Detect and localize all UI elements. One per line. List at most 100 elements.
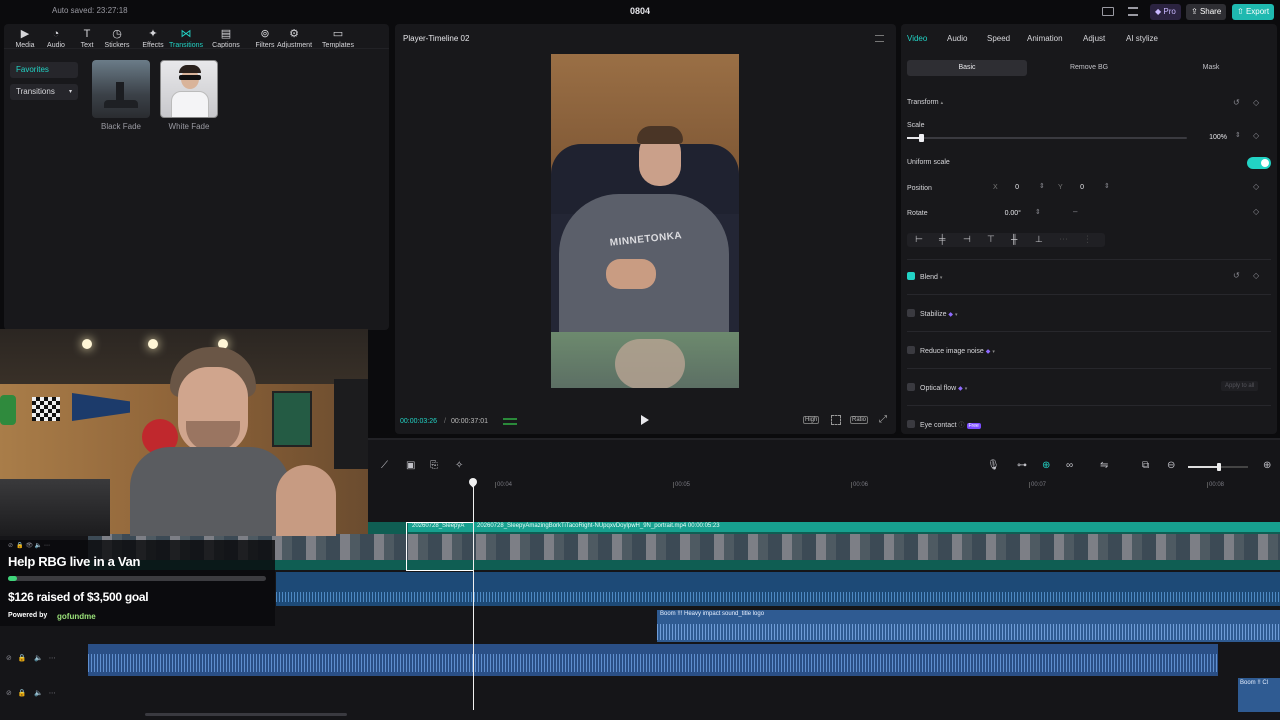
- align-bottom-icon[interactable]: ⊥: [1035, 234, 1043, 245]
- focus-icon[interactable]: [831, 415, 841, 425]
- scale-keyframe-icon[interactable]: ◇: [1253, 131, 1259, 140]
- optical-flow-section[interactable]: Optical flow ◆ ▾: [907, 383, 967, 392]
- pos-y-stepper-icon[interactable]: ⇕: [1104, 182, 1110, 190]
- checkered-flag: [32, 397, 60, 421]
- snapshot-icon[interactable]: ⧉: [1142, 460, 1149, 471]
- scale-input[interactable]: 100%: [1197, 131, 1231, 144]
- video-preview[interactable]: MINNETONKA: [551, 54, 739, 388]
- scale-slider-handle[interactable]: [919, 134, 924, 142]
- rotate-label: Rotate: [907, 210, 928, 217]
- scale-stepper-icon[interactable]: ⇕: [1235, 131, 1241, 139]
- play-button[interactable]: [641, 415, 649, 425]
- fullscreen-icon[interactable]: ⤢: [879, 414, 887, 425]
- sfx-clip[interactable]: Boom !!! Heavy impact sound_title logo: [657, 610, 1280, 642]
- position-y-input[interactable]: 0: [1066, 181, 1088, 194]
- pos-x-stepper-icon[interactable]: ⇕: [1039, 182, 1045, 190]
- linkage-icon[interactable]: ∞: [1066, 460, 1073, 471]
- tool-tab-effects[interactable]: ✦ Effects: [136, 28, 170, 49]
- eye-contact-checkbox[interactable]: [907, 420, 915, 428]
- export-button[interactable]: ⇧ Export: [1232, 4, 1275, 20]
- ratio-button[interactable]: Ratio: [850, 416, 869, 424]
- stabilize-checkbox[interactable]: [907, 309, 915, 317]
- selected-clip-outline[interactable]: [406, 522, 474, 571]
- menu-icon[interactable]: [1128, 7, 1138, 16]
- tab-video[interactable]: Video: [907, 34, 927, 43]
- align-center-v-icon[interactable]: ╫: [1011, 234, 1017, 244]
- playhead-line[interactable]: [473, 484, 474, 710]
- divider: [4, 48, 389, 49]
- distribute-v-icon[interactable]: ⋮: [1083, 234, 1092, 245]
- microphone-icon[interactable]: 🎙: [987, 460, 1000, 471]
- segment-remove-bg[interactable]: Remove BG: [1029, 60, 1149, 76]
- import-icon[interactable]: ⎘: [430, 460, 438, 471]
- keyframe-icon[interactable]: ◇: [1253, 98, 1259, 107]
- blend-reset-icon[interactable]: ↺: [1233, 271, 1240, 280]
- horizontal-scrollbar[interactable]: [145, 713, 347, 716]
- sfx-clip-2[interactable]: Boom !! Cl: [1238, 678, 1280, 712]
- apply-all-button[interactable]: Apply to all: [1221, 381, 1259, 391]
- blend-checkbox[interactable]: [907, 272, 915, 280]
- align-left-icon[interactable]: ⊢: [915, 234, 923, 245]
- zoom-out-icon[interactable]: ⊖: [1167, 460, 1175, 471]
- rotate-stepper-icon[interactable]: ⇕: [1035, 208, 1041, 216]
- zoom-slider-handle[interactable]: [1217, 463, 1221, 471]
- favorites-button[interactable]: Favorites: [10, 62, 78, 78]
- waveform: [657, 624, 1280, 640]
- scale-slider[interactable]: [907, 134, 1187, 142]
- zoom-slider[interactable]: [1188, 463, 1248, 471]
- player-menu-icon[interactable]: [875, 35, 884, 42]
- distribute-h-icon[interactable]: ⋯: [1059, 234, 1068, 245]
- align-center-h-icon[interactable]: ╪: [939, 234, 945, 244]
- blend-keyframe-icon[interactable]: ◇: [1253, 271, 1259, 280]
- music-clip[interactable]: [88, 644, 1218, 676]
- reduce-noise-label: Reduce image noise: [920, 348, 984, 355]
- position-x-input[interactable]: 0: [1001, 181, 1023, 194]
- screenshot-icon[interactable]: ▣: [406, 460, 415, 471]
- preview-axis-icon[interactable]: ⇋: [1100, 460, 1108, 471]
- tool-tab-audio[interactable]: ◔ Audio: [39, 28, 73, 49]
- align-right-icon[interactable]: ⊣: [963, 234, 971, 245]
- reduce-noise-section[interactable]: Reduce image noise ◆ ▾: [907, 346, 995, 355]
- tool-tab-stickers[interactable]: ◷ Stickers: [100, 28, 134, 49]
- tab-animation[interactable]: Animation: [1027, 34, 1063, 43]
- tool-tab-text[interactable]: T Text: [70, 28, 104, 49]
- tool-tab-adjustment[interactable]: ⚙ Adjustment: [277, 28, 312, 49]
- zoom-in-icon[interactable]: ⊕: [1263, 460, 1271, 471]
- position-keyframe-icon[interactable]: ◇: [1253, 182, 1259, 191]
- layout-icon[interactable]: [1102, 7, 1114, 16]
- blend-section[interactable]: Blend ▾: [907, 272, 942, 281]
- tool-tab-captions[interactable]: ▤ Captions: [209, 28, 243, 49]
- tab-speed[interactable]: Speed: [987, 34, 1010, 43]
- transitions-dropdown[interactable]: Transitions ▾: [10, 84, 78, 100]
- eye-contact-section[interactable]: Eye contact ⓘ Free: [907, 420, 981, 429]
- black-fade-thumbnail[interactable]: [92, 60, 150, 118]
- tool-tab-transitions[interactable]: ⋈ Transitions: [169, 28, 203, 49]
- pro-button[interactable]: ◆ Pro: [1150, 4, 1181, 20]
- link-icon[interactable]: ⊶: [1017, 460, 1027, 471]
- white-fade-thumbnail[interactable]: [160, 60, 218, 118]
- tool-tab-media[interactable]: ▶ Media: [8, 28, 42, 49]
- optical-flow-checkbox[interactable]: [907, 383, 915, 391]
- tab-audio[interactable]: Audio: [947, 34, 967, 43]
- share-button[interactable]: ⇪ Share: [1186, 4, 1227, 20]
- segment-basic[interactable]: Basic: [907, 60, 1027, 76]
- align-top-icon[interactable]: ⊤: [987, 234, 995, 245]
- tab-ai-stylize[interactable]: AI stylize: [1126, 34, 1158, 43]
- quality-button[interactable]: High: [803, 416, 820, 424]
- tool-tab-templates[interactable]: ▭ Templates: [321, 28, 355, 49]
- fundraiser-progress-fill: [8, 576, 18, 581]
- tab-adjust[interactable]: Adjust: [1083, 34, 1105, 43]
- rotate-dial-icon[interactable]: –: [1073, 207, 1077, 216]
- magic-wand-icon[interactable]: ⟋: [381, 460, 388, 471]
- sparkle-icon[interactable]: ✧: [455, 460, 463, 471]
- rotate-keyframe-icon[interactable]: ◇: [1253, 207, 1259, 216]
- stabilize-section[interactable]: Stabilize ◆ ▾: [907, 309, 958, 318]
- total-time: 00:00:37:01: [451, 418, 488, 425]
- rotate-input[interactable]: 0.00°: [989, 207, 1025, 220]
- segment-mask[interactable]: Mask: [1151, 60, 1271, 76]
- reduce-noise-checkbox[interactable]: [907, 346, 915, 354]
- main-track-magnet-icon[interactable]: ⊕: [1042, 460, 1050, 471]
- uniform-scale-toggle[interactable]: [1247, 157, 1271, 169]
- reset-icon[interactable]: ↺: [1233, 98, 1240, 107]
- pro-gem-icon: ◆: [985, 349, 991, 355]
